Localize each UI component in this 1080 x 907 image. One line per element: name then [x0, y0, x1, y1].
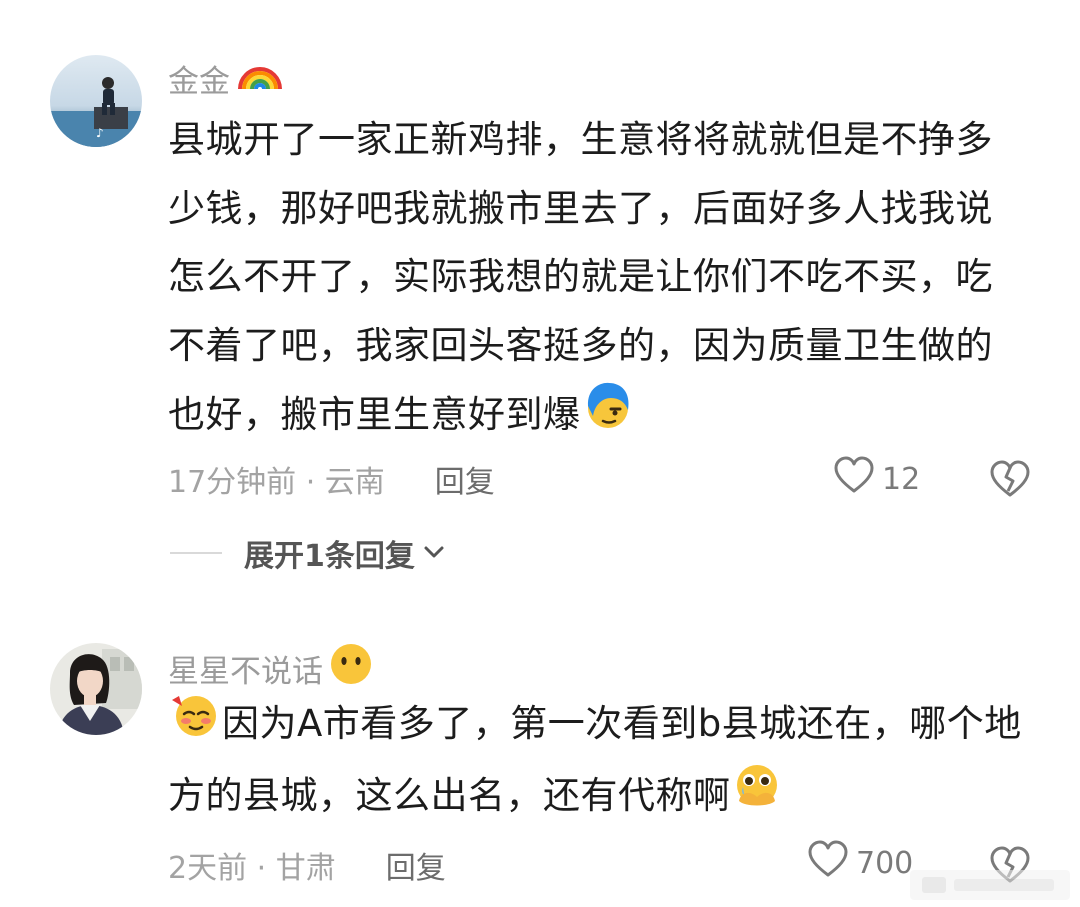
like-button[interactable]: 12: [832, 456, 920, 502]
username-text: 金金: [168, 63, 230, 100]
avatar[interactable]: [50, 643, 142, 735]
teary-hands-emoji-icon: [731, 761, 783, 834]
heart-icon: [832, 455, 876, 503]
username[interactable]: 星星不说话: [168, 644, 373, 690]
dislike-button[interactable]: [988, 457, 1032, 501]
comment-text-content: 因为A市看多了，第一次看到b县城还在，哪个地方的县城，这么出名，还有代称啊: [168, 702, 1022, 817]
broken-heart-icon: [988, 460, 1032, 505]
watermark: [900, 850, 1080, 907]
heart-icon: [806, 839, 850, 887]
comment-meta: 17分钟前 · 云南 回复: [168, 458, 495, 500]
comment-text: 县城开了一家正新鸡排，生意将将就就但是不挣多少钱，那好吧我就搬市里去了，后面好多…: [168, 106, 1028, 453]
time-location: 2天前 · 甘肃: [168, 851, 336, 886]
expand-replies-label: 展开1条回复: [244, 539, 415, 574]
expand-replies-button[interactable]: 展开1条回复: [170, 530, 445, 576]
time-location: 17分钟前 · 云南: [168, 465, 385, 500]
like-button[interactable]: 700: [806, 840, 913, 886]
comment-item: ♪ 金金 县城开了一家正新鸡排，生意将将就就但是不挣多少钱，那好吧我就搬市里去了…: [0, 0, 1080, 590]
tipsy-face-emoji-icon: [168, 690, 222, 761]
username[interactable]: 金金: [168, 56, 284, 100]
comment-meta: 2天前 · 甘肃 回复: [168, 844, 446, 886]
smug-blue-hair-emoji-icon: [581, 380, 635, 453]
divider-line: [170, 552, 222, 554]
avatar[interactable]: ♪: [50, 55, 142, 147]
like-count: 12: [882, 461, 921, 497]
reply-button[interactable]: 回复: [435, 457, 495, 501]
username-text: 星星不说话: [168, 653, 323, 690]
comment-text: 因为A市看多了，第一次看到b县城还在，哪个地方的县城，这么出名，还有代称啊: [168, 690, 1028, 833]
svg-text:♪: ♪: [96, 126, 104, 140]
silent-face-emoji-icon: [329, 642, 373, 694]
reply-button[interactable]: 回复: [386, 843, 446, 887]
chevron-down-icon: [423, 544, 445, 563]
rainbow-icon: [236, 57, 284, 99]
